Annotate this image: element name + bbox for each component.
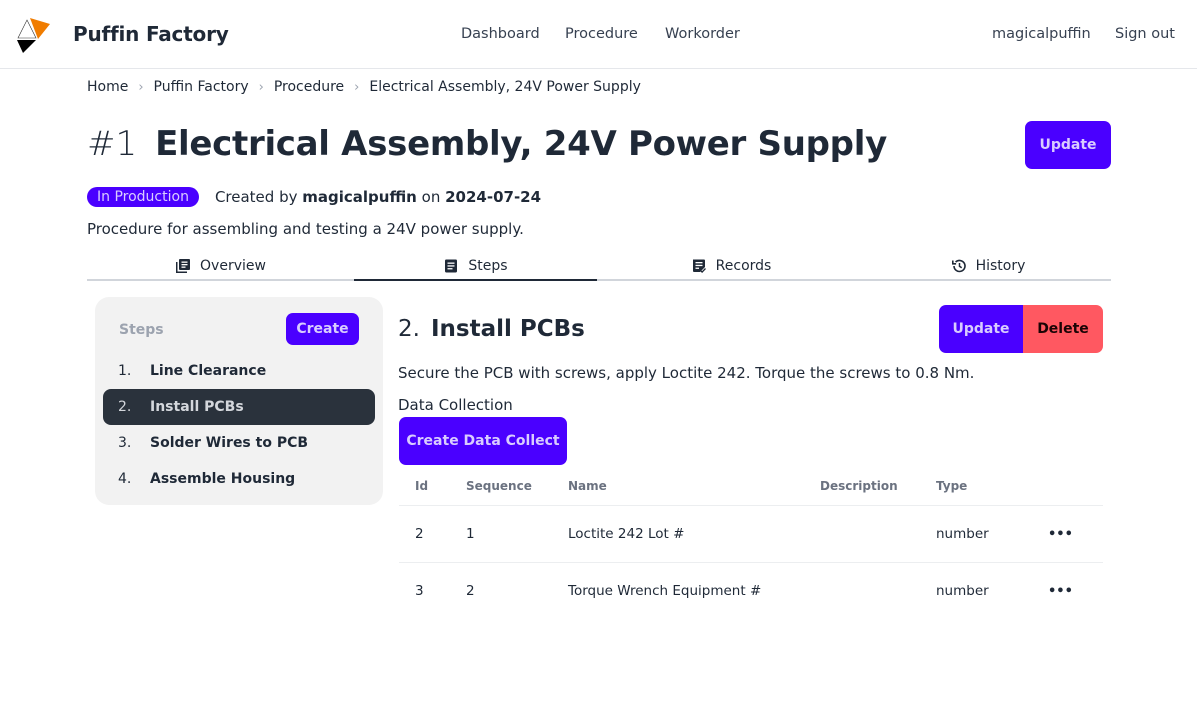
chevron-right-icon: › — [354, 79, 360, 95]
cell-name: Torque Wrench Equipment # — [568, 582, 762, 599]
chevron-right-icon: › — [138, 79, 144, 95]
procedure-description: Procedure for assembling and testing a 2… — [87, 220, 524, 238]
created-by: magicalpuffin — [302, 188, 417, 206]
history-icon — [951, 259, 966, 273]
step-number: 4. — [118, 471, 132, 487]
breadcrumb-procedure[interactable]: Procedure — [274, 79, 344, 95]
cell-description — [804, 505, 920, 563]
col-description: Description — [804, 467, 920, 506]
chevron-right-icon: › — [258, 79, 264, 95]
records-check-icon — [692, 259, 706, 274]
tab-overview-label: Overview — [200, 258, 266, 274]
col-actions — [1032, 467, 1103, 506]
more-options-icon[interactable]: ••• — [1048, 584, 1073, 599]
step-description: Secure the PCB with screws, apply Loctit… — [398, 364, 975, 382]
nav-procedure[interactable]: Procedure — [565, 26, 638, 42]
breadcrumb: Home › Puffin Factory › Procedure › Elec… — [87, 79, 641, 95]
col-name: Name — [552, 467, 804, 506]
step-item[interactable]: 1. Line Clearance — [103, 353, 375, 389]
puffin-logo-icon[interactable] — [14, 16, 52, 54]
tab-bar: Overview Steps Records History — [87, 253, 1111, 281]
navbar: Puffin Factory Dashboard Procedure Worko… — [0, 0, 1197, 69]
breadcrumb-current: Electrical Assembly, 24V Power Supply — [369, 79, 641, 95]
table-row: 3 2 Torque Wrench Equipment # number ••• — [399, 562, 1103, 619]
steps-sidebar: Steps Create 1. Line Clearance 2. Instal… — [95, 297, 383, 505]
user-link[interactable]: magicalpuffin — [992, 26, 1091, 42]
status-badge: In Production — [87, 187, 199, 207]
list-icon — [445, 259, 458, 273]
steps-heading: Steps — [119, 322, 164, 338]
step-label: Solder Wires to PCB — [150, 435, 309, 451]
delete-step-button[interactable]: Delete — [1023, 305, 1103, 353]
breadcrumb-home[interactable]: Home — [87, 79, 128, 95]
step-actions: Update Delete — [939, 305, 1103, 353]
more-options-icon[interactable]: ••• — [1048, 527, 1073, 542]
step-item-active[interactable]: 2. Install PCBs — [103, 389, 375, 425]
procedure-meta: In Production Created by magicalpuffin o… — [87, 187, 541, 207]
created-on-prefix: on — [421, 188, 441, 206]
step-label: Install PCBs — [150, 399, 244, 415]
step-title-number: 2. — [398, 316, 420, 342]
tab-steps[interactable]: Steps — [354, 253, 597, 281]
breadcrumb-factory[interactable]: Puffin Factory — [154, 79, 249, 95]
table-row: 2 1 Loctite 242 Lot # number ••• — [399, 505, 1103, 563]
cell-name: Loctite 242 Lot # — [552, 505, 804, 563]
cell-type: number — [936, 582, 989, 599]
cell-id: 3 — [415, 582, 424, 599]
step-title: 2. Install PCBs — [398, 316, 585, 342]
col-type: Type — [920, 467, 1032, 506]
step-label: Line Clearance — [150, 363, 267, 379]
step-number: 2. — [118, 399, 132, 415]
cell-sequence: 2 — [466, 582, 475, 599]
procedure-title: Electrical Assembly, 24V Power Supply — [155, 124, 887, 164]
nav-workorder[interactable]: Workorder — [665, 26, 740, 42]
step-item[interactable]: 3. Solder Wires to PCB — [103, 425, 375, 461]
step-item[interactable]: 4. Assemble Housing — [103, 461, 375, 497]
tab-history[interactable]: History — [865, 253, 1111, 279]
book-icon — [176, 259, 191, 273]
tab-history-label: History — [975, 258, 1026, 274]
col-id: Id — [399, 467, 450, 506]
create-step-button[interactable]: Create — [286, 313, 359, 345]
cell-type: number — [920, 505, 1032, 563]
sign-out-link[interactable]: Sign out — [1115, 26, 1175, 42]
step-number: 3. — [118, 435, 132, 451]
data-collection-heading: Data Collection — [398, 396, 513, 414]
tab-records-label: Records — [715, 258, 772, 274]
created-prefix: Created by — [214, 188, 298, 206]
create-data-collect-button[interactable]: Create Data Collect — [399, 417, 567, 465]
update-procedure-button[interactable]: Update — [1025, 121, 1111, 169]
tab-records[interactable]: Records — [597, 253, 865, 279]
update-step-button[interactable]: Update — [939, 305, 1023, 353]
cell-sequence: 1 — [450, 505, 552, 563]
created-date: 2024-07-24 — [445, 188, 542, 206]
step-number: 1. — [118, 363, 132, 379]
step-title-text: Install PCBs — [430, 316, 585, 342]
brand-name[interactable]: Puffin Factory — [73, 22, 229, 46]
data-collection-table: Id Sequence Name Description Type 2 1 Lo… — [399, 467, 1103, 619]
nav-dashboard[interactable]: Dashboard — [461, 26, 540, 42]
cell-description — [804, 562, 920, 619]
tab-overview[interactable]: Overview — [87, 253, 354, 279]
table-header-row: Id Sequence Name Description Type — [399, 467, 1103, 506]
col-sequence: Sequence — [450, 467, 552, 506]
cell-id: 2 — [399, 505, 450, 563]
tab-steps-label: Steps — [468, 258, 508, 274]
created-info: Created by magicalpuffin on 2024-07-24 — [215, 188, 541, 206]
procedure-number: #1 — [87, 124, 138, 164]
page-title: #1 Electrical Assembly, 24V Power Supply — [87, 124, 887, 164]
step-label: Assemble Housing — [150, 471, 296, 487]
